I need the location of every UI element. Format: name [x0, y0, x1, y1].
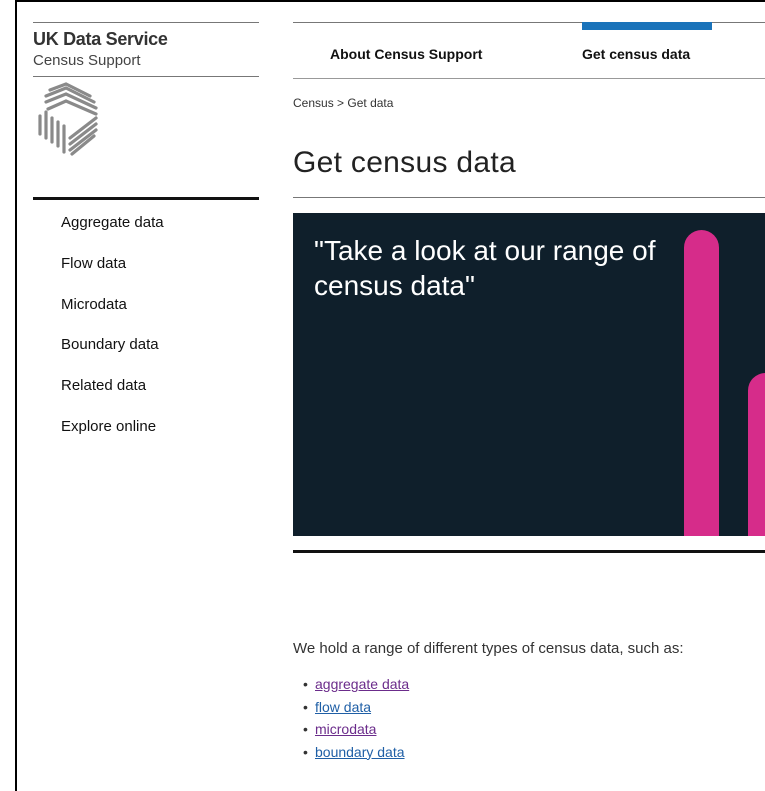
brand-name[interactable]: UK Data Service: [33, 29, 168, 50]
page-title: Get census data: [293, 146, 516, 179]
uk-data-service-logo-icon[interactable]: [36, 82, 104, 156]
nav-about-census-support[interactable]: About Census Support: [330, 46, 482, 62]
bullet-icon: •: [303, 721, 308, 737]
nav-get-census-data[interactable]: Get census data: [582, 46, 690, 62]
sidebar-item-explore-online[interactable]: Explore online: [61, 416, 164, 457]
bullet-icon: •: [303, 743, 308, 760]
sidebar-item-aggregate-data[interactable]: Aggregate data: [61, 212, 164, 253]
sidebar-item-related-data[interactable]: Related data: [61, 375, 164, 416]
breadcrumb-separator: >: [337, 96, 345, 110]
bullet-icon: •: [303, 698, 308, 715]
boundary-data-link[interactable]: boundary data: [315, 744, 405, 760]
flow-data-link[interactable]: flow data: [315, 699, 371, 715]
hero-banner: "Take a look at our range of census data…: [293, 213, 765, 536]
divider: [293, 197, 765, 198]
brand-subtitle[interactable]: Census Support: [33, 52, 141, 69]
decorative-bar: [748, 373, 765, 536]
divider: [293, 550, 765, 553]
sidebar-nav: Aggregate data Flow data Microdata Bound…: [61, 212, 164, 457]
breadcrumb-current: Get data: [347, 96, 394, 110]
bullet-icon: •: [303, 676, 308, 692]
list-item: • flow data: [293, 699, 409, 722]
aggregate-data-link[interactable]: aggregate data: [315, 676, 409, 692]
breadcrumb-home-link[interactable]: Census: [293, 96, 334, 110]
sidebar-item-microdata[interactable]: Microdata: [61, 294, 164, 335]
active-tab-indicator: [582, 22, 712, 30]
breadcrumb: Census > Get data: [293, 96, 393, 110]
sidebar-item-boundary-data[interactable]: Boundary data: [61, 334, 164, 375]
divider: [293, 78, 765, 79]
divider: [33, 197, 259, 200]
decorative-bar: [684, 230, 719, 536]
list-item: • microdata: [293, 721, 409, 744]
intro-text: We hold a range of different types of ce…: [293, 640, 684, 657]
list-item: • boundary data: [293, 744, 409, 767]
sidebar-item-flow-data[interactable]: Flow data: [61, 253, 164, 294]
data-type-list: • aggregate data • flow data • microdata • b…: [293, 676, 409, 766]
hero-quote: "Take a look at our range of census data…: [314, 235, 656, 301]
divider: [33, 22, 259, 23]
microdata-link[interactable]: microdata: [315, 721, 376, 737]
list-item: • aggregate data: [293, 676, 409, 699]
divider: [33, 76, 259, 77]
